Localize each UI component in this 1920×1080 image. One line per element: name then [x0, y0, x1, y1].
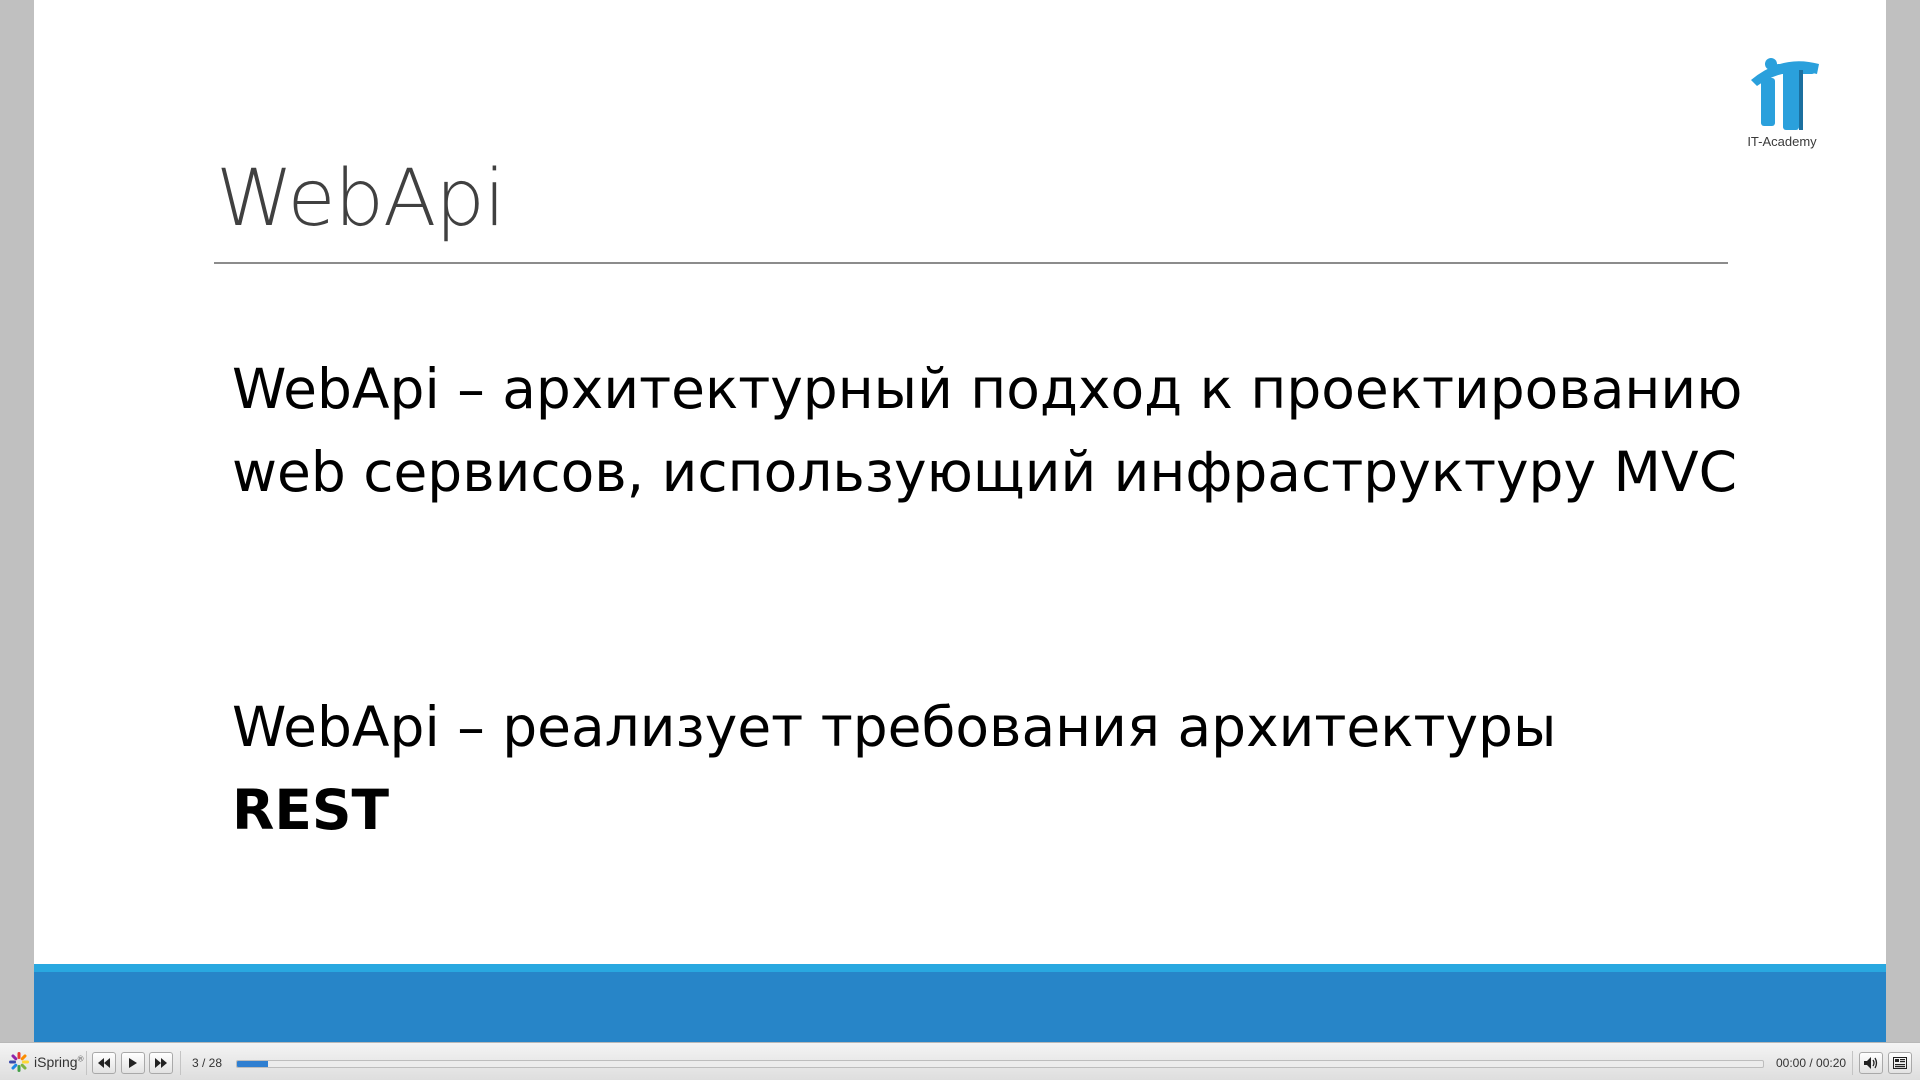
slide: IT-Academy WebApi WebApi – архитектурный…	[34, 0, 1886, 1042]
next-slide-button[interactable]	[149, 1052, 173, 1074]
seek-bar[interactable]	[236, 1060, 1764, 1068]
presentation-viewer: IT-Academy WebApi WebApi – архитектурный…	[0, 0, 1920, 1080]
time-display: 00:00 / 00:20	[1776, 1056, 1847, 1070]
outline-button[interactable]	[1888, 1052, 1912, 1074]
footer-accent-strip	[34, 964, 1886, 972]
body-paragraph-2: WebApi – реализует требования архитектур…	[232, 686, 1792, 852]
toolbar-separator	[86, 1051, 87, 1075]
brand-name: iSpring	[34, 1054, 78, 1070]
brand-registered-mark: ®	[77, 1054, 84, 1064]
fast-forward-icon	[155, 1058, 167, 1068]
toolbar-separator	[1852, 1051, 1853, 1075]
previous-slide-button[interactable]	[92, 1052, 116, 1074]
volume-icon	[1864, 1057, 1878, 1069]
player-toolbar: iSpring® 3 / 28 00:00 / 00:20	[0, 1042, 1920, 1080]
body-paragraph-2-bold: REST	[232, 778, 390, 842]
title-divider	[214, 262, 1728, 264]
seek-bar-progress	[237, 1061, 268, 1067]
toolbar-separator	[180, 1051, 181, 1075]
body-paragraph-1: WebApi – архитектурный подход к проектир…	[232, 357, 1743, 504]
outline-panel-icon	[1893, 1057, 1907, 1069]
logo-caption: IT-Academy	[1747, 134, 1817, 149]
slide-counter: 3 / 28	[192, 1056, 223, 1070]
volume-button[interactable]	[1859, 1052, 1883, 1074]
brand-text: iSpring®	[34, 1054, 84, 1070]
play-button[interactable]	[121, 1052, 145, 1074]
slide-title: WebApi	[216, 154, 506, 244]
ispring-logo-icon	[9, 1052, 29, 1072]
footer-band	[34, 972, 1886, 1042]
it-academy-logo: IT-Academy	[1737, 50, 1827, 154]
ispring-brand[interactable]: iSpring®	[8, 1051, 84, 1073]
it-academy-logo-icon	[1751, 58, 1819, 130]
rewind-icon	[98, 1058, 110, 1068]
play-icon	[129, 1058, 137, 1068]
body-paragraph-2-text: WebApi – реализует требования архитектур…	[232, 695, 1557, 759]
